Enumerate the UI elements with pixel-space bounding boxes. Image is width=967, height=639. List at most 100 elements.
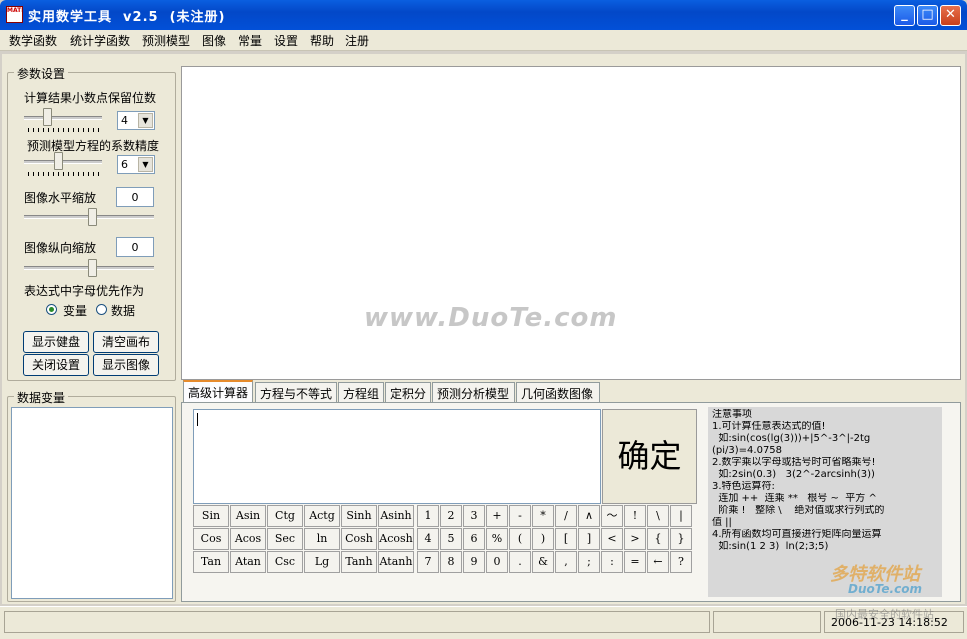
- key-symbol[interactable]: ←: [647, 551, 669, 573]
- tab-equations[interactable]: 方程与不等式: [255, 382, 337, 402]
- key-acosh[interactable]: Acosh: [378, 528, 414, 550]
- key-symbol[interactable]: :: [601, 551, 623, 573]
- confirm-button[interactable]: 确定: [602, 409, 697, 504]
- key-symbol[interactable]: &: [532, 551, 554, 573]
- menu-math[interactable]: 数学函数: [9, 32, 57, 49]
- key-symbol[interactable]: }: [670, 528, 692, 550]
- menu-settings[interactable]: 设置: [274, 32, 298, 49]
- key-symbol[interactable]: 7: [417, 551, 439, 573]
- coef-combo[interactable]: 6 ▼: [117, 155, 155, 174]
- key-symbol[interactable]: 4: [417, 528, 439, 550]
- key-symbol[interactable]: ): [532, 528, 554, 550]
- key-symbol[interactable]: [: [555, 528, 577, 550]
- key-symbol[interactable]: ?: [670, 551, 692, 573]
- key-atanh[interactable]: Atanh: [378, 551, 414, 573]
- hzoom-input[interactable]: 0: [116, 187, 154, 207]
- key-asinh[interactable]: Asinh: [378, 505, 414, 527]
- window-title: 实用数学工具 v2.5 (未注册): [28, 10, 226, 25]
- key-symbol[interactable]: 1: [417, 505, 439, 527]
- key-symbol[interactable]: +: [486, 505, 508, 527]
- key-sec[interactable]: Sec: [267, 528, 303, 550]
- app-icon[interactable]: MATH: [6, 6, 23, 23]
- key-symbol[interactable]: =: [624, 551, 646, 573]
- key-symbol[interactable]: /: [555, 505, 577, 527]
- menu-forecast[interactable]: 预测模型: [142, 32, 190, 49]
- coef-slider-track: [24, 160, 102, 164]
- key-symbol[interactable]: >: [624, 528, 646, 550]
- notes-title: 注意事项: [712, 409, 752, 420]
- menu-constants[interactable]: 常量: [238, 32, 262, 49]
- key-symbol[interactable]: 5: [440, 528, 462, 550]
- menu-graph[interactable]: 图像: [202, 32, 226, 49]
- key-csc[interactable]: Csc: [267, 551, 303, 573]
- minimize-button[interactable]: _: [894, 5, 915, 26]
- key-symbol[interactable]: ∧: [578, 505, 600, 527]
- radio-data[interactable]: [96, 304, 107, 315]
- key-atan[interactable]: Atan: [230, 551, 266, 573]
- key-symbol[interactable]: -: [509, 505, 531, 527]
- clear-canvas-button[interactable]: 清空画布: [93, 331, 159, 353]
- key-symbol[interactable]: 6: [463, 528, 485, 550]
- vzoom-slider-thumb[interactable]: [88, 259, 97, 277]
- key-symbol[interactable]: ,: [555, 551, 577, 573]
- menu-help[interactable]: 帮助: [310, 32, 334, 49]
- key-symbol[interactable]: <: [601, 528, 623, 550]
- key-symbol[interactable]: 2: [440, 505, 462, 527]
- decimals-slider-track: [24, 116, 102, 120]
- key-symbol[interactable]: |: [670, 505, 692, 527]
- key-sinh[interactable]: Sinh: [341, 505, 377, 527]
- key-sin[interactable]: Sin: [193, 505, 229, 527]
- expression-input[interactable]: [193, 409, 601, 504]
- menu-bar: 数学函数 统计学函数 预测模型 图像 常量 设置 帮助 注册: [0, 30, 967, 51]
- radio-variable-label[interactable]: 变量: [63, 302, 87, 319]
- key-tan[interactable]: Tan: [193, 551, 229, 573]
- coef-slider-thumb[interactable]: [54, 152, 63, 170]
- key-cosh[interactable]: Cosh: [341, 528, 377, 550]
- decimals-combo[interactable]: 4 ▼: [117, 111, 155, 130]
- close-button[interactable]: ✕: [940, 5, 961, 26]
- decimals-slider-thumb[interactable]: [43, 108, 52, 126]
- show-graph-button[interactable]: 显示图像: [93, 354, 159, 376]
- show-keyboard-button[interactable]: 显示健盘: [23, 331, 89, 353]
- menu-statistics[interactable]: 统计学函数: [70, 32, 130, 49]
- maximize-button[interactable]: □: [917, 5, 938, 26]
- site-watermark: www.DuoTe.com: [364, 303, 618, 333]
- key-symbol[interactable]: *: [532, 505, 554, 527]
- key-asin[interactable]: Asin: [230, 505, 266, 527]
- vars-list[interactable]: [11, 407, 173, 599]
- key-cos[interactable]: Cos: [193, 528, 229, 550]
- key-lg[interactable]: Lg: [304, 551, 340, 573]
- key-ln[interactable]: ln: [304, 528, 340, 550]
- vzoom-input[interactable]: 0: [116, 237, 154, 257]
- chevron-down-icon[interactable]: ▼: [138, 113, 153, 128]
- close-settings-button[interactable]: 关闭设置: [23, 354, 89, 376]
- key-symbol[interactable]: 0: [486, 551, 508, 573]
- key-acos[interactable]: Acos: [230, 528, 266, 550]
- key-symbol[interactable]: 3: [463, 505, 485, 527]
- radio-variable[interactable]: [46, 304, 57, 315]
- radio-data-label[interactable]: 数据: [111, 302, 135, 319]
- tab-systems[interactable]: 方程组: [338, 382, 384, 402]
- tab-geometry[interactable]: 几何函数图像: [516, 382, 600, 402]
- key-symbol[interactable]: \: [647, 505, 669, 527]
- key-tanh[interactable]: Tanh: [341, 551, 377, 573]
- key-symbol[interactable]: ;: [578, 551, 600, 573]
- key-symbol[interactable]: 9: [463, 551, 485, 573]
- tab-forecast[interactable]: 预测分析模型: [432, 382, 515, 402]
- key-actg[interactable]: Actg: [304, 505, 340, 527]
- note-line: 如:sin(1 2 3) ln(2;3;5): [712, 541, 829, 552]
- key-symbol[interactable]: %: [486, 528, 508, 550]
- tab-integral[interactable]: 定积分: [385, 382, 431, 402]
- key-symbol[interactable]: ～: [601, 505, 623, 527]
- key-ctg[interactable]: Ctg: [267, 505, 303, 527]
- key-symbol[interactable]: ]: [578, 528, 600, 550]
- menu-register[interactable]: 注册: [345, 32, 369, 49]
- key-symbol[interactable]: {: [647, 528, 669, 550]
- key-symbol[interactable]: .: [509, 551, 531, 573]
- tab-calculator[interactable]: 高级计算器: [183, 380, 253, 403]
- key-symbol[interactable]: !: [624, 505, 646, 527]
- hzoom-slider-thumb[interactable]: [88, 208, 97, 226]
- key-symbol[interactable]: (: [509, 528, 531, 550]
- key-symbol[interactable]: 8: [440, 551, 462, 573]
- chevron-down-icon[interactable]: ▼: [138, 157, 153, 172]
